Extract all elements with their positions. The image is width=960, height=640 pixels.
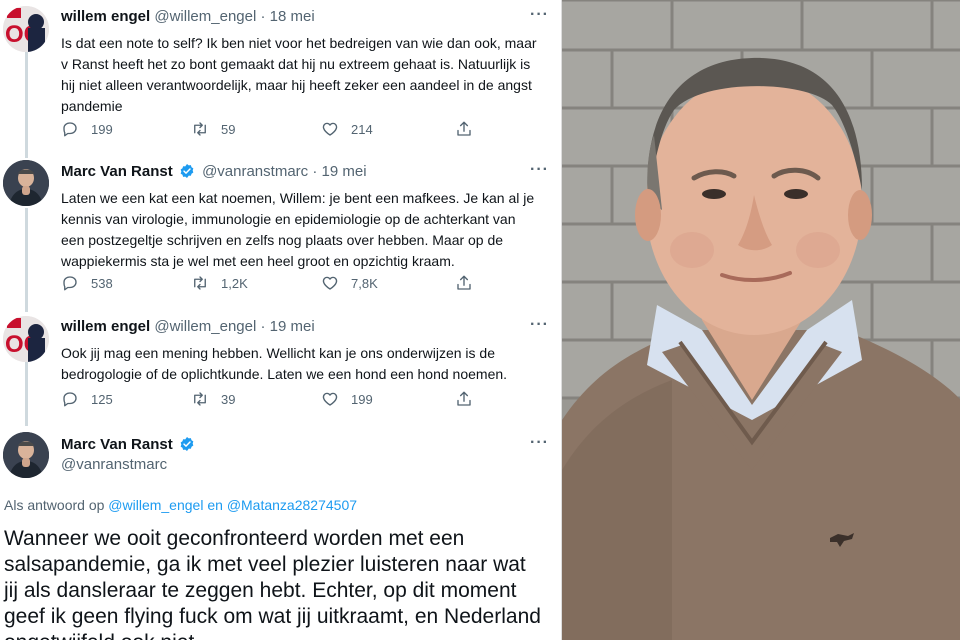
avatar[interactable]: OC [3, 316, 49, 362]
author-handle[interactable]: @willem_engel [154, 8, 256, 25]
avatar[interactable] [3, 432, 49, 478]
retweet-button[interactable]: 39 [191, 390, 235, 408]
tweet-text: Is dat een note to self? Ik ben niet voo… [61, 35, 537, 114]
mention-link[interactable]: @willem_engel [108, 497, 203, 513]
retweet-count: 1,2K [221, 275, 248, 291]
share-button[interactable] [455, 274, 485, 292]
retweet-icon [194, 122, 206, 136]
tweet-header: willem engel @willem_engel · 18 mei [61, 8, 315, 26]
more-icon[interactable]: ··· [530, 316, 549, 334]
portrait-image [562, 0, 960, 640]
mention-link[interactable]: @Matanza28274507 [227, 497, 357, 513]
reply-icon [63, 392, 77, 407]
portrait-photo [561, 0, 960, 640]
like-button[interactable]: 214 [321, 120, 373, 138]
author-handle[interactable]: @vanranstmarc [61, 456, 167, 473]
like-count: 214 [351, 121, 373, 137]
tweet-actions: 538 1,2K 7,8K [61, 274, 491, 294]
like-icon [322, 276, 338, 290]
avatar[interactable]: OC [3, 6, 49, 52]
tweet-text: Laten we een kat een kat noemen, Willem:… [61, 190, 535, 269]
retweet-count: 59 [221, 121, 236, 137]
tweet-text: Ook jij mag een mening hebben. Wellicht … [61, 345, 508, 382]
tweet-actions: 125 39 199 [61, 390, 491, 410]
author-name[interactable]: willem engel [61, 8, 150, 25]
tweet-header: Marc Van Ranst @vanranstmarc · 19 mei [61, 163, 367, 181]
reply-count: 199 [91, 121, 113, 137]
main-tweet-text: Wanneer we ooit geconfronteerd worden me… [4, 527, 541, 640]
reply-count: 538 [91, 275, 113, 291]
tweet-header: willem engel @willem_engel · 19 mei [61, 318, 315, 336]
share-icon [457, 121, 471, 136]
like-icon [322, 392, 338, 406]
more-icon[interactable]: ··· [530, 434, 549, 452]
separator: · [260, 8, 266, 25]
main-tweet[interactable]: Marc Van Ranst @vanranstmarc ··· Als ant… [0, 430, 561, 640]
reply-button[interactable]: 125 [61, 390, 113, 408]
author-name[interactable]: Marc Van Ranst [61, 436, 173, 453]
retweet-count: 39 [221, 391, 236, 407]
retweet-icon [194, 392, 206, 406]
like-button[interactable]: 199 [321, 390, 373, 408]
separator: · [260, 318, 266, 335]
retweet-button[interactable]: 59 [191, 120, 235, 138]
author-handle[interactable]: @vanranstmarc [202, 163, 308, 180]
reply-icon [63, 276, 77, 291]
like-button[interactable]: 7,8K [321, 274, 378, 292]
verified-badge-icon [180, 164, 194, 178]
tweet[interactable]: OC willem engel @willem_engel · 19 mei ·… [0, 310, 561, 430]
avatar[interactable] [3, 160, 49, 206]
share-button[interactable] [455, 120, 485, 138]
tweet[interactable]: OC willem engel @willem_engel · 18 mei ·… [0, 0, 561, 155]
tweet-date[interactable]: 18 mei [270, 8, 315, 25]
share-icon [457, 391, 471, 406]
like-icon [322, 122, 338, 136]
author-handle[interactable]: @willem_engel [154, 318, 256, 335]
share-icon [457, 275, 471, 290]
reply-button[interactable]: 199 [61, 120, 113, 138]
reply-button[interactable]: 538 [61, 274, 113, 292]
like-count: 199 [351, 391, 373, 407]
reply-context: Als antwoord op @willem_engel en @Matanz… [4, 497, 357, 513]
retweet-icon [194, 276, 206, 290]
tweet-actions: 199 59 214 [61, 120, 491, 140]
tweet-date[interactable]: 19 mei [270, 318, 315, 335]
more-icon[interactable]: ··· [530, 161, 549, 179]
tweet[interactable]: Marc Van Ranst @vanranstmarc · 19 mei ··… [0, 155, 561, 310]
separator: · [312, 163, 318, 180]
reply-icon [63, 122, 77, 137]
tweet-date[interactable]: 19 mei [322, 163, 367, 180]
retweet-button[interactable]: 1,2K [191, 274, 248, 292]
verified-badge-icon [180, 437, 194, 451]
reply-joiner: en [207, 497, 223, 513]
author-name[interactable]: Marc Van Ranst [61, 163, 173, 180]
tweet-thread: OC willem engel @willem_engel · 18 mei ·… [0, 0, 561, 640]
like-count: 7,8K [351, 275, 378, 291]
author-name-line: Marc Van Ranst [61, 436, 198, 453]
more-icon[interactable]: ··· [530, 6, 549, 24]
reply-prefix: Als antwoord op [4, 497, 105, 513]
share-button[interactable] [455, 390, 485, 408]
reply-count: 125 [91, 391, 113, 407]
author-name[interactable]: willem engel [61, 318, 150, 335]
